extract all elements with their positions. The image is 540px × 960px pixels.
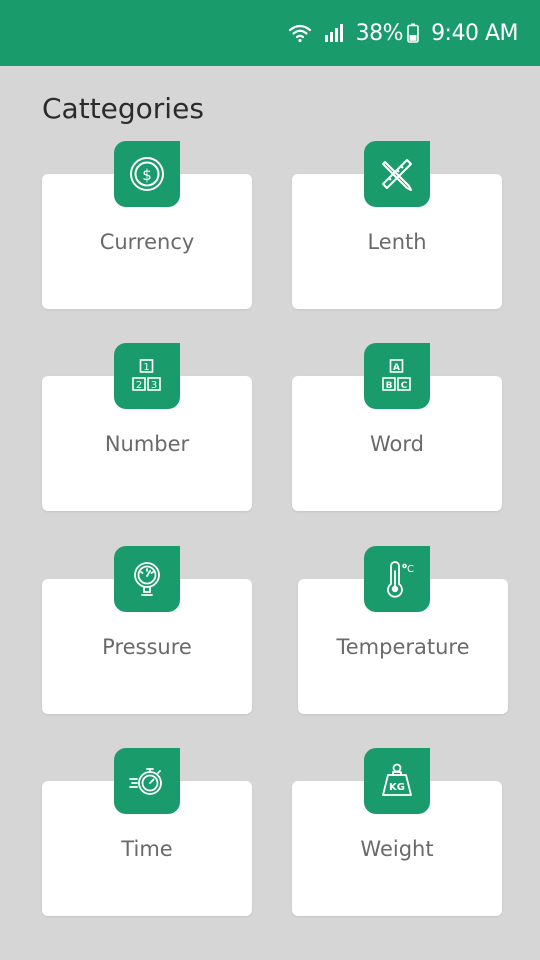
svg-text:B: B [386,381,393,391]
battery-percent: 38% [355,20,404,46]
pressure-gauge-icon [114,546,180,612]
battery-icon [407,23,419,43]
category-label: Currency [99,230,195,254]
status-bar: 38% 9:40 AM [0,0,540,66]
number-blocks-icon: 1 2 3 [114,343,180,409]
letter-blocks-icon: A B C [364,343,430,409]
category-label: Pressure [102,635,192,659]
svg-text:A: A [393,363,400,373]
svg-text:KG: KG [389,782,405,793]
stopwatch-icon [114,748,180,814]
svg-text:2: 2 [136,380,142,391]
clock: 9:40 AM [431,20,518,46]
svg-text:1: 1 [143,362,149,373]
signal-icon [324,23,344,43]
category-label: Lenth [367,230,427,254]
page-title: Cattegories [42,92,204,125]
svg-text:3: 3 [151,380,157,391]
category-label: Word [370,432,424,456]
currency-icon: $ [114,141,180,207]
category-label: Number [104,432,190,456]
svg-text:C: C [401,381,408,391]
thermometer-icon: C [364,546,430,612]
svg-text:$: $ [142,166,152,184]
category-label: Time [121,837,173,861]
wifi-icon [288,23,312,43]
svg-text:C: C [407,564,414,575]
ruler-pencil-icon [364,141,430,207]
category-label: Weight [360,837,434,861]
weight-icon: KG [364,748,430,814]
category-label: Temperature [336,635,470,659]
